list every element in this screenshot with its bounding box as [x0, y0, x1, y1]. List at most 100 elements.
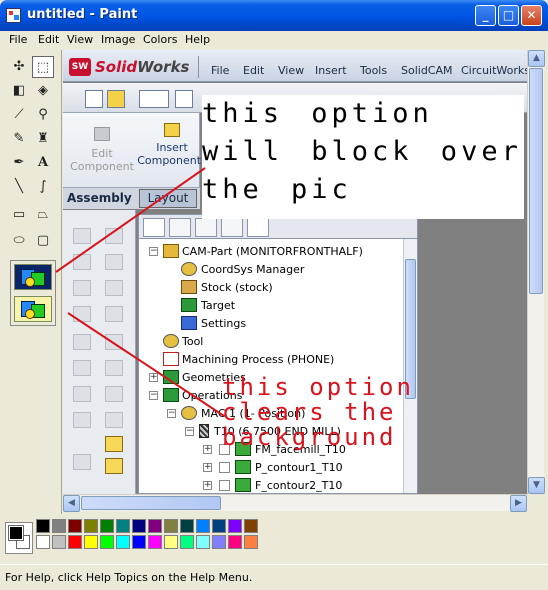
airbrush-icon[interactable]: ✒	[8, 152, 30, 174]
palette-swatch[interactable]	[52, 535, 66, 549]
title-bar[interactable]: untitled - Paint _ □ ✕	[0, 0, 548, 31]
sw-menu-view: View	[278, 64, 305, 77]
side-icon-17	[73, 454, 91, 470]
vertical-scrollbar[interactable]: ▲ ▼	[527, 50, 545, 494]
transparent-option[interactable]	[14, 296, 52, 322]
palette-swatch[interactable]	[100, 519, 114, 533]
curve-icon[interactable]: ∫	[32, 176, 54, 198]
menu-colors[interactable]: Colors	[143, 33, 177, 46]
palette-swatch[interactable]	[84, 519, 98, 533]
side-icon-1	[73, 228, 91, 244]
contour2-checkbox	[219, 480, 230, 491]
palette-swatch[interactable]	[244, 519, 258, 533]
palette-swatch[interactable]	[244, 535, 258, 549]
edit-component-label: Edit Component	[70, 147, 134, 173]
palette-swatch[interactable]	[164, 535, 178, 549]
palette-swatch[interactable]	[196, 519, 210, 533]
scroll-down-icon[interactable]: ▼	[528, 477, 545, 494]
palette-swatch[interactable]	[52, 519, 66, 533]
sw-menu-tools: Tools	[360, 64, 388, 77]
annotation-callout-bottom: this option clears the background	[222, 373, 414, 451]
solidworks-logo: SolidWorks	[95, 58, 189, 76]
tree-node-stock: Stock (stock)	[201, 281, 273, 294]
close-button[interactable]: ✕	[521, 5, 542, 26]
sw-tab-row: Assembly Layout	[63, 187, 200, 209]
palette-swatch[interactable]	[132, 535, 146, 549]
horizontal-scroll-thumb[interactable]	[81, 496, 221, 510]
palette-swatch[interactable]	[84, 535, 98, 549]
stock-icon	[181, 280, 197, 294]
menu-edit[interactable]: Edit	[38, 33, 59, 46]
tree-expander-operations: −	[149, 390, 158, 400]
vertical-scroll-thumb[interactable]	[529, 68, 543, 294]
menu-help[interactable]: Help	[185, 33, 210, 46]
side-icon-15	[73, 412, 91, 428]
side-icon-10	[105, 334, 123, 350]
menu-view[interactable]: View	[67, 33, 93, 46]
brush-icon[interactable]: ♜	[32, 128, 54, 150]
tree-node-target: Target	[201, 299, 236, 312]
palette-swatch[interactable]	[148, 535, 162, 549]
sw-tab-assembly: Assembly	[67, 191, 132, 205]
palette-swatch[interactable]	[196, 535, 210, 549]
free-form-select-icon[interactable]: ✣	[8, 56, 30, 78]
palette-swatch[interactable]	[228, 519, 242, 533]
tree-node-cam-part: CAM-Part (MONITORFRONTHALF)	[182, 245, 363, 258]
menu-image[interactable]: Image	[101, 33, 135, 46]
edit-component-icon	[94, 127, 110, 141]
maximize-button[interactable]: □	[498, 5, 519, 26]
paint-app-icon[interactable]	[6, 8, 21, 23]
opaque-option[interactable]	[14, 264, 52, 290]
palette-swatch[interactable]	[36, 519, 50, 533]
side-icon-5	[73, 280, 91, 296]
menu-file[interactable]: File	[9, 33, 27, 46]
side-icon-highlight-1	[105, 436, 123, 452]
machining-icon	[163, 352, 179, 366]
current-colors	[5, 522, 33, 554]
horizontal-scrollbar[interactable]: ◀ ▶	[63, 494, 527, 512]
ellipse-icon[interactable]: ⬭	[8, 230, 30, 252]
palette-swatch[interactable]	[180, 535, 194, 549]
pencil-icon[interactable]: ✎	[8, 128, 30, 150]
scroll-right-icon[interactable]: ▶	[510, 495, 527, 512]
pick-color-icon[interactable]: ⟋	[8, 104, 30, 126]
line-icon[interactable]: ╲	[8, 176, 30, 198]
text-tool-icon[interactable]: A	[32, 152, 54, 174]
palette-swatch[interactable]	[68, 535, 82, 549]
rectangle-icon[interactable]: ▭	[8, 204, 30, 226]
tree-expander: −	[149, 246, 158, 256]
tree-tab-2	[169, 218, 191, 237]
palette-swatch[interactable]	[68, 519, 82, 533]
palette-swatch[interactable]	[164, 519, 178, 533]
status-bar: For Help, click Help Topics on the Help …	[0, 564, 548, 590]
palette-swatch[interactable]	[116, 535, 130, 549]
side-icon-7	[73, 306, 91, 322]
palette-swatch[interactable]	[100, 535, 114, 549]
annotation-callout-top: this option will block over the pic	[202, 98, 522, 205]
scroll-up-icon[interactable]: ▲	[528, 50, 545, 67]
sw-menu-solidcam: SolidCAM	[401, 64, 453, 77]
scroll-left-icon[interactable]: ◀	[63, 495, 80, 512]
tree-expander-t10: −	[185, 426, 194, 436]
palette-swatch[interactable]	[132, 519, 146, 533]
solidworks-banner: SW SolidWorks File Edit View Insert Tool…	[63, 50, 541, 82]
polygon-icon[interactable]: ⏢	[32, 204, 54, 226]
fill-with-color-icon[interactable]: ◈	[32, 80, 54, 102]
eraser-icon[interactable]: ◧	[8, 80, 30, 102]
tool-options-box	[10, 260, 56, 326]
color-palette	[0, 514, 548, 564]
palette-swatch[interactable]	[212, 519, 226, 533]
tree-expander-mac: −	[167, 408, 176, 418]
palette-swatch[interactable]	[180, 519, 194, 533]
palette-swatch[interactable]	[228, 535, 242, 549]
minimize-button[interactable]: _	[475, 5, 496, 26]
side-icon-8	[105, 306, 123, 322]
palette-swatch[interactable]	[148, 519, 162, 533]
contour-icon	[235, 460, 251, 474]
palette-swatch[interactable]	[212, 535, 226, 549]
rounded-rectangle-icon[interactable]: ▢	[32, 230, 54, 252]
palette-swatch[interactable]	[116, 519, 130, 533]
magnifier-icon[interactable]: ⚲	[32, 104, 54, 126]
rect-select-icon[interactable]: ⬚	[32, 56, 54, 78]
palette-swatch[interactable]	[36, 535, 50, 549]
